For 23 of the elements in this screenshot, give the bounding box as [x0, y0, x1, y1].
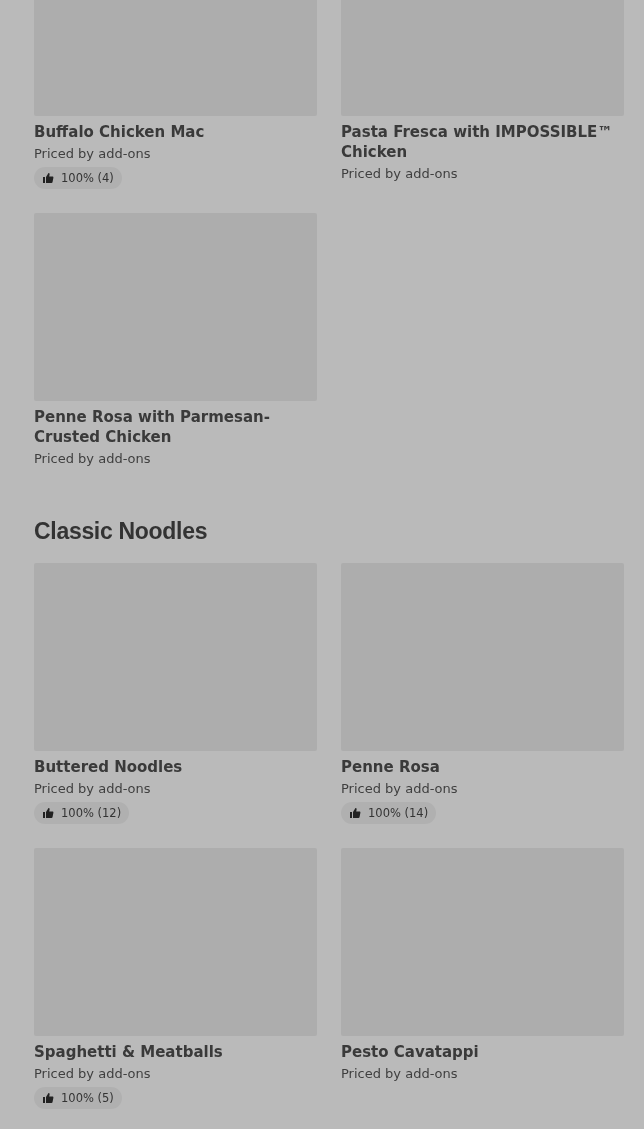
section-heading: Classic Noodles	[34, 517, 209, 546]
item-name[interactable]: Pesto Cavatappi	[341, 1042, 624, 1062]
rating-text: 100% (4)	[61, 171, 114, 185]
thumbs-up-icon	[42, 807, 54, 819]
item-name[interactable]: Spaghetti & Meatballs	[34, 1042, 317, 1062]
item-price: Priced by add-ons	[34, 780, 152, 798]
item-price: Priced by add-ons	[34, 145, 152, 163]
item-name[interactable]: Penne Rosa with Parmesan-Crusted Chicken	[34, 407, 317, 447]
item-name[interactable]: Penne Rosa	[341, 757, 624, 777]
thumbs-up-icon	[42, 1092, 54, 1104]
rating-text: 100% (12)	[61, 806, 122, 820]
item-price: Priced by add-ons	[341, 1065, 459, 1083]
rating-text: 100% (5)	[61, 1091, 114, 1105]
item-price: Priced by add-ons	[34, 1065, 152, 1083]
thumbs-up-icon	[349, 807, 361, 819]
item-price: Priced by add-ons	[341, 165, 459, 183]
item-name[interactable]: Pasta Fresca with IMPOSSIBLE™ Chicken	[341, 122, 624, 162]
rating-text: 100% (14)	[368, 806, 429, 820]
item-name[interactable]: Buttered Noodles	[34, 757, 317, 777]
thumbs-up-icon	[42, 172, 54, 184]
item-price: Priced by add-ons	[34, 450, 152, 468]
item-price: Priced by add-ons	[341, 780, 459, 798]
item-name[interactable]: Buffalo Chicken Mac	[34, 122, 317, 142]
